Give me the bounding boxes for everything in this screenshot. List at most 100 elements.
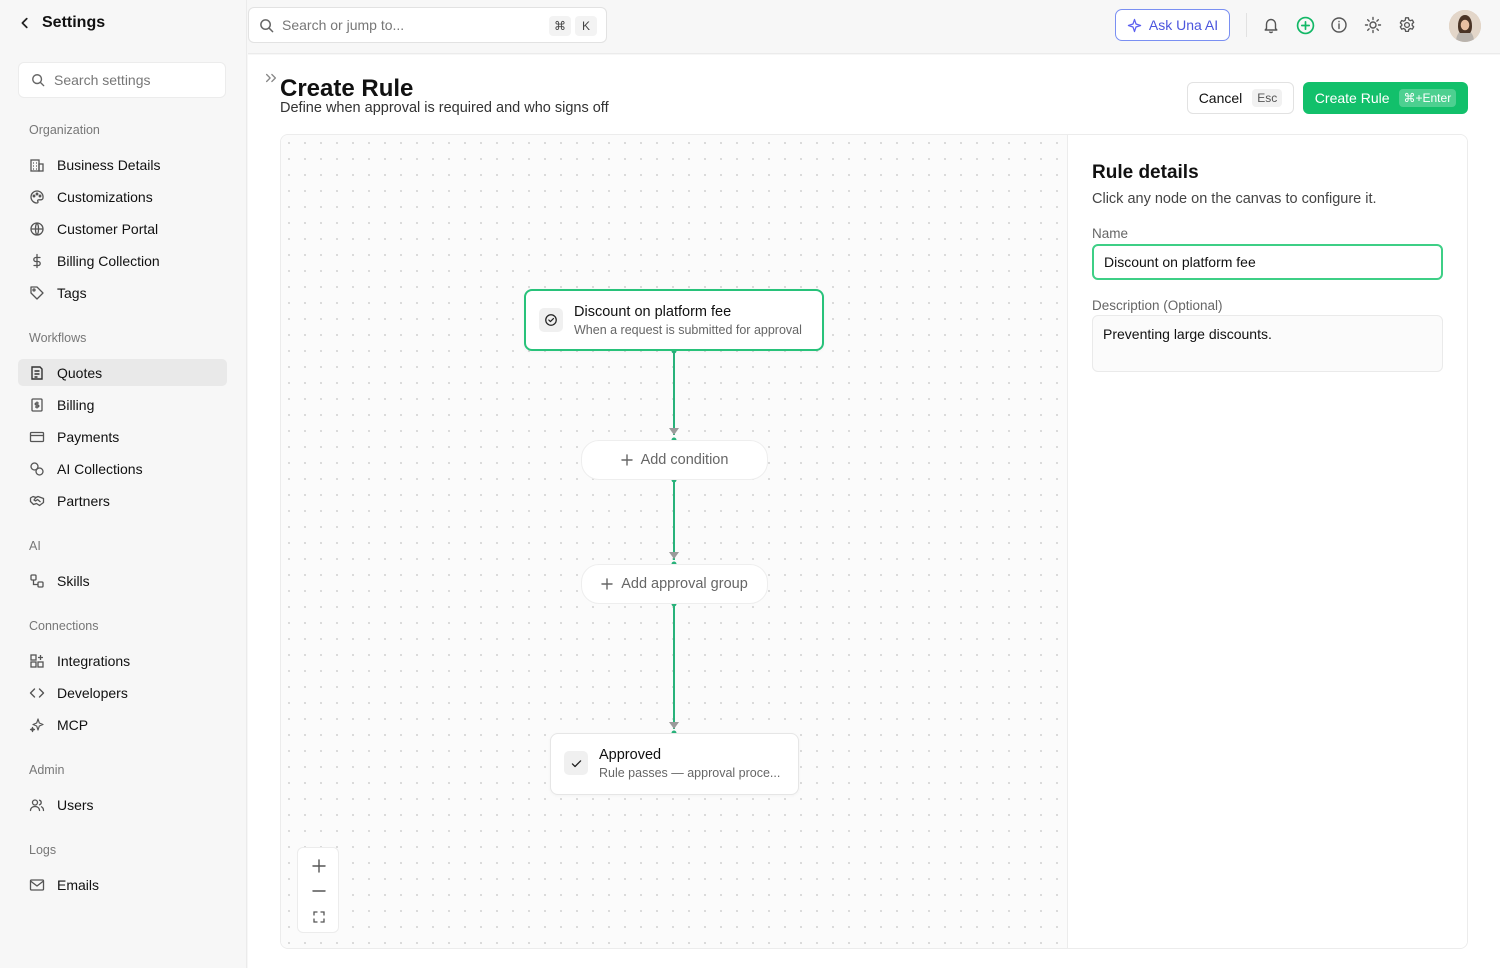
settings-search-input[interactable] — [54, 72, 214, 88]
billing-doc-icon — [29, 397, 45, 413]
page-subtitle: Define when approval is required and who… — [280, 100, 609, 116]
trigger-node[interactable]: Discount on platform fee When a request … — [524, 289, 824, 351]
sidebar-item-payments[interactable]: Payments — [18, 423, 227, 450]
add-circle-icon[interactable] — [1296, 16, 1315, 35]
rule-details-subtitle: Click any node on the canvas to configur… — [1092, 191, 1377, 207]
zoom-controls — [297, 847, 339, 933]
cancel-shortcut: Esc — [1252, 89, 1283, 107]
sidebar-item-label: Customer Portal — [57, 220, 159, 237]
sidebar-item-ai-collections[interactable]: AI Collections — [18, 455, 227, 482]
name-label: Name — [1092, 226, 1129, 241]
section-organization: Organization — [29, 123, 100, 137]
sidebar-item-customizations[interactable]: Customizations — [18, 183, 227, 210]
sidebar-item-label: Emails — [57, 876, 100, 893]
code-icon — [29, 685, 45, 701]
cancel-label: Cancel — [1198, 90, 1243, 106]
check-circle-icon — [539, 308, 563, 332]
sidebar-item-mcp[interactable]: MCP — [18, 711, 227, 738]
sidebar-item-label: Tags — [57, 284, 87, 301]
tag-icon — [29, 285, 45, 301]
plus-icon — [601, 578, 613, 590]
section-connections: Connections — [29, 619, 99, 633]
sidebar-item-label: Business Details — [57, 156, 161, 173]
search-icon — [259, 18, 274, 33]
sidebar-item-partners[interactable]: Partners — [18, 487, 227, 514]
description-label: Description (Optional) — [1092, 298, 1223, 313]
cancel-button[interactable]: Cancel Esc — [1187, 82, 1294, 114]
settings-sidebar: Settings Organization Business Details C… — [0, 0, 247, 968]
page-title: Create Rule — [280, 75, 414, 102]
gear-icon[interactable] — [1398, 16, 1416, 34]
sidebar-item-customer-portal[interactable]: Customer Portal — [18, 215, 227, 242]
fit-view-icon[interactable] — [309, 907, 329, 927]
sidebar-item-emails[interactable]: Emails — [18, 871, 227, 898]
sidebar-item-business-details[interactable]: Business Details — [18, 151, 227, 178]
plus-icon — [620, 454, 633, 466]
section-logs: Logs — [29, 843, 57, 857]
coins-icon — [29, 461, 45, 477]
sidebar-item-skills[interactable]: Skills — [18, 567, 227, 594]
zoom-out-icon[interactable] — [309, 881, 329, 901]
dollar-icon — [29, 253, 45, 269]
sidebar-item-label: Customizations — [57, 188, 153, 205]
shortcut-key-cmd: ⌘ — [549, 16, 571, 36]
palette-icon — [29, 189, 45, 205]
user-avatar[interactable] — [1449, 10, 1481, 42]
info-icon[interactable] — [1330, 16, 1348, 34]
shortcut-key-k: K — [575, 16, 597, 36]
chevron-left-icon — [18, 16, 32, 30]
global-search[interactable]: ⌘ K — [248, 7, 607, 43]
sidebar-item-tags[interactable]: Tags — [18, 279, 227, 306]
rule-description-field[interactable]: Preventing large discounts. — [1092, 315, 1443, 372]
quote-doc-icon — [29, 365, 45, 381]
sidebar-item-quotes[interactable]: Quotes — [18, 359, 227, 386]
approved-node-subtitle: Rule passes — approval proce... — [599, 766, 781, 780]
grid-plus-icon — [29, 653, 45, 669]
top-bar: ⌘ K Ask Una AI — [248, 0, 1500, 54]
bell-icon[interactable] — [1262, 16, 1280, 34]
ask-una-ai-button[interactable]: Ask Una AI — [1115, 9, 1230, 41]
global-search-input[interactable] — [282, 17, 542, 33]
sidebar-item-label: AI Collections — [57, 460, 143, 477]
sun-icon[interactable] — [1364, 16, 1382, 34]
approved-node-title: Approved — [599, 747, 662, 763]
add-condition-label: Add condition — [640, 452, 729, 468]
connector-lines — [669, 348, 679, 736]
globe-icon — [29, 221, 45, 237]
chevrons-right-icon[interactable] — [264, 71, 278, 85]
mail-icon — [29, 877, 45, 893]
workflow-canvas[interactable]: Discount on platform fee When a request … — [281, 135, 1068, 948]
sidebar-item-billing[interactable]: Billing — [18, 391, 227, 418]
trigger-node-subtitle: When a request is submitted for approval — [574, 323, 802, 337]
users-icon — [29, 797, 45, 813]
rule-editor-panel: Discount on platform fee When a request … — [280, 134, 1468, 949]
search-icon — [31, 73, 45, 87]
add-approval-group-button[interactable]: Add approval group — [581, 564, 768, 604]
add-approval-group-label: Add approval group — [621, 576, 748, 592]
sidebar-item-label: Skills — [57, 572, 90, 589]
toolbar-divider — [1246, 13, 1247, 37]
create-rule-shortcut: ⌘+Enter — [1398, 89, 1457, 107]
sidebar-item-developers[interactable]: Developers — [18, 679, 227, 706]
sidebar-item-integrations[interactable]: Integrations — [18, 647, 227, 674]
create-rule-label: Create Rule — [1314, 90, 1390, 106]
sidebar-item-label: Billing — [57, 396, 95, 413]
create-rule-button[interactable]: Create Rule ⌘+Enter — [1303, 82, 1468, 114]
main-content: Create Rule Define when approval is requ… — [248, 55, 1500, 968]
settings-search[interactable] — [18, 62, 226, 98]
trigger-node-title: Discount on platform fee — [574, 304, 732, 320]
zoom-in-icon[interactable] — [309, 856, 329, 876]
credit-card-icon — [29, 429, 45, 445]
skills-icon — [29, 573, 45, 589]
rule-name-field[interactable] — [1092, 244, 1443, 280]
sparkle-icon — [1127, 18, 1142, 33]
sidebar-item-billing-collection[interactable]: Billing Collection — [18, 247, 227, 274]
add-condition-button[interactable]: Add condition — [581, 440, 768, 480]
approved-node[interactable]: Approved Rule passes — approval proce... — [550, 733, 799, 795]
sidebar-item-label: Payments — [57, 428, 120, 445]
sidebar-item-label: Developers — [57, 684, 128, 701]
sparkles-icon — [29, 717, 45, 733]
rule-details-title: Rule details — [1092, 162, 1199, 183]
back-to-settings[interactable]: Settings — [18, 14, 105, 32]
sidebar-item-users[interactable]: Users — [18, 791, 227, 818]
